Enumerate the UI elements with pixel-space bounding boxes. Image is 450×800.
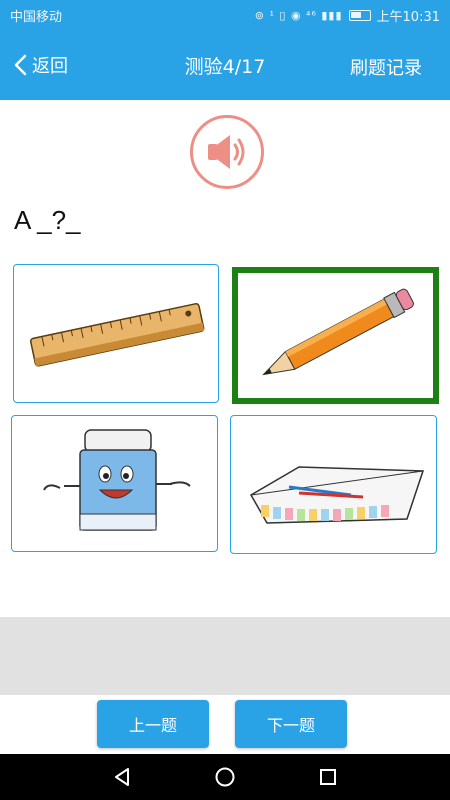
- prev-question-button[interactable]: 上一题: [97, 700, 209, 748]
- option-eraser[interactable]: [11, 415, 218, 552]
- question-text: A _?_: [14, 205, 81, 235]
- nav-bar: 返回 测验4/17 刷题记录: [0, 30, 450, 100]
- back-button[interactable]: 返回: [12, 52, 68, 78]
- signal-icons: ⊚ ¹ ▯ ◉ ⁴⁶ ▮▮▮: [254, 8, 343, 22]
- chevron-left-icon: [14, 54, 27, 76]
- history-button[interactable]: 刷题记录: [350, 54, 422, 80]
- carrier-label: 中国移动: [10, 9, 63, 25]
- clock: 上午10:31: [376, 9, 440, 25]
- speaker-icon: [208, 135, 245, 169]
- pencil-case-icon: [249, 465, 424, 524]
- home-circle-icon[interactable]: [214, 766, 236, 788]
- option-pencil[interactable]: [232, 267, 439, 404]
- next-question-button[interactable]: 下一题: [235, 700, 347, 748]
- recents-square-icon[interactable]: [317, 766, 339, 788]
- status-bar: 中国移动 ⊚ ¹ ▯ ◉ ⁴⁶ ▮▮▮ 上午10:31: [0, 0, 450, 30]
- ruler-icon: [29, 302, 205, 367]
- battery-icon: [348, 9, 371, 21]
- pencil-icon: [261, 288, 414, 375]
- status-icons: ⊚ ¹ ▯ ◉ ⁴⁶ ▮▮▮ 上午10:31: [255, 6, 440, 25]
- system-nav-bar: [0, 754, 450, 800]
- play-audio-button[interactable]: [190, 115, 264, 189]
- eraser-character-icon: [42, 428, 191, 531]
- option-ruler[interactable]: [13, 264, 219, 403]
- option-pencil-case[interactable]: [230, 415, 437, 554]
- back-label: 返回: [32, 56, 68, 77]
- answer-feedback-area: [0, 617, 450, 695]
- back-triangle-icon[interactable]: [111, 766, 133, 788]
